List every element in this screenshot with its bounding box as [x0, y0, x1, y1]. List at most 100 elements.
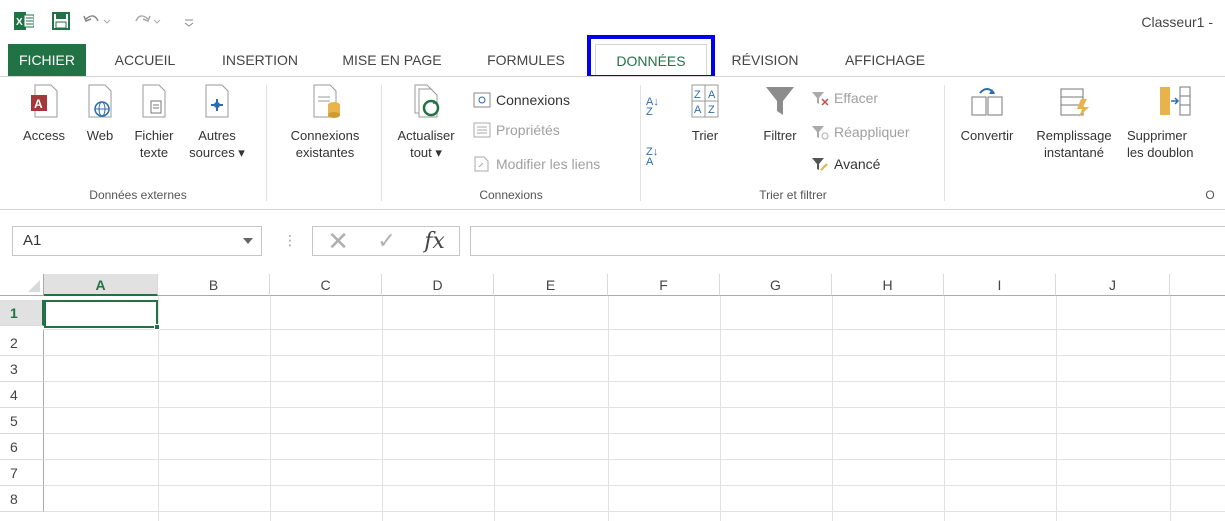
svg-text:Z: Z: [708, 104, 715, 116]
edit-links-icon: [472, 155, 492, 173]
svg-text:Z: Z: [694, 89, 701, 101]
save-icon[interactable]: [52, 11, 70, 31]
formula-bar: A1 ⋮ ✕ ✓ fx: [0, 222, 1225, 262]
sort-descending-icon: Z↓ A: [646, 146, 659, 168]
web-button[interactable]: Web: [80, 77, 120, 144]
grid-line: [44, 433, 1225, 434]
tab-revision[interactable]: RÉVISION: [718, 44, 812, 76]
cancel-icon[interactable]: ✕: [327, 226, 349, 257]
enter-icon[interactable]: ✓: [377, 228, 395, 254]
access-icon: A: [29, 83, 59, 123]
avance-button[interactable]: Avancé: [810, 153, 880, 175]
advanced-filter-icon: [810, 155, 830, 173]
sort-z-a-button[interactable]: Z↓ A: [646, 145, 674, 168]
chevron-down-icon[interactable]: [243, 238, 253, 244]
column-header-b[interactable]: B: [158, 274, 270, 296]
row-header-8[interactable]: 8: [0, 486, 44, 512]
column-header-a[interactable]: A: [44, 274, 158, 296]
group-separator: [640, 85, 641, 201]
grid-line: [44, 511, 1225, 512]
column-header-e[interactable]: E: [494, 274, 608, 296]
effacer-button[interactable]: Effacer: [810, 87, 878, 109]
insert-function-icon[interactable]: fx: [424, 229, 445, 254]
trier-button[interactable]: ZAAZ Trier: [680, 77, 730, 144]
row-header-5[interactable]: 5: [0, 408, 44, 434]
row-header-2[interactable]: 2: [0, 330, 44, 356]
undo-icon[interactable]: [82, 11, 112, 31]
customize-qat-icon[interactable]: [182, 11, 196, 31]
ribbon: A Access Web Fichier texte Autres source…: [0, 76, 1225, 210]
column-header-h[interactable]: H: [832, 274, 944, 296]
proprietes-button[interactable]: Propriétés: [472, 119, 560, 141]
row-header-4[interactable]: 4: [0, 382, 44, 408]
reappliquer-button[interactable]: Réappliquer: [810, 121, 910, 143]
access-button[interactable]: A Access: [14, 77, 74, 144]
grid-line: [44, 459, 1225, 460]
tab-affichage[interactable]: AFFICHAGE: [825, 44, 945, 76]
text-file-icon: [139, 83, 169, 123]
connections-icon: [472, 91, 492, 109]
redo-icon[interactable]: [132, 11, 162, 31]
column-header-i[interactable]: I: [944, 274, 1056, 296]
column-header-d[interactable]: D: [382, 274, 494, 296]
text-to-columns-icon: [970, 83, 1004, 123]
grid-line: [44, 407, 1225, 408]
svg-text:A: A: [694, 104, 702, 116]
worksheet-grid: A B C D E F G H I J 1 2 3 4 5 6 7 8: [0, 274, 1225, 521]
column-header-g[interactable]: G: [720, 274, 832, 296]
window-title: Classeur1 -: [1141, 14, 1213, 30]
excel-logo-icon: X: [14, 11, 34, 31]
reapply-icon: [810, 123, 830, 141]
name-box[interactable]: A1: [12, 226, 262, 256]
tab-accueil[interactable]: ACCUEIL: [100, 44, 190, 76]
fill-handle[interactable]: [154, 324, 160, 330]
supprimer-les-doublons-button[interactable]: Supprimer les doublon: [1124, 77, 1225, 161]
fichier-texte-button[interactable]: Fichier texte: [128, 77, 180, 161]
svg-text:X: X: [16, 17, 23, 28]
tab-mise-en-page[interactable]: MISE EN PAGE: [328, 44, 456, 76]
ribbon-tabs: FICHIER ACCUEIL INSERTION MISE EN PAGE F…: [0, 44, 1225, 76]
select-all-button[interactable]: [0, 274, 44, 296]
sort-a-z-button[interactable]: A↓ Z: [646, 95, 674, 118]
other-sources-icon: [202, 83, 232, 123]
group-label-trier-et-filtrer: Trier et filtrer: [759, 188, 827, 202]
tab-fichier[interactable]: FICHIER: [8, 44, 86, 76]
sort-dialog-icon: ZAAZ: [688, 83, 722, 123]
column-header-f[interactable]: F: [608, 274, 720, 296]
actualiser-tout-button[interactable]: Actualiser tout ▾: [386, 77, 466, 161]
autres-sources-button[interactable]: Autres sources ▾: [184, 77, 250, 161]
modifier-les-liens-button[interactable]: Modifier les liens: [472, 153, 600, 175]
select-all-icon: [28, 280, 40, 292]
group-label-donnees-externes: Données externes: [89, 188, 187, 202]
column-header-j[interactable]: J: [1056, 274, 1170, 296]
group-separator: [381, 85, 382, 201]
formula-input[interactable]: [470, 226, 1225, 256]
convertir-button[interactable]: Convertir: [950, 77, 1024, 144]
properties-icon: [472, 121, 492, 139]
clear-filter-icon: [810, 89, 830, 107]
connexions-button[interactable]: Connexions: [472, 89, 570, 111]
filtrer-button[interactable]: Filtrer: [752, 77, 808, 144]
svg-text:A: A: [34, 97, 43, 111]
grid-line: [44, 329, 1225, 330]
row-header-7[interactable]: 7: [0, 460, 44, 486]
row-header-1[interactable]: 1: [0, 300, 44, 326]
existing-connections-icon: [308, 83, 342, 123]
remove-duplicates-icon: [1158, 83, 1192, 123]
row-header-6[interactable]: 6: [0, 434, 44, 460]
group-label-connexions: Connexions: [479, 188, 543, 202]
column-header-c[interactable]: C: [270, 274, 382, 296]
remplissage-instantane-button[interactable]: Remplissage instantané: [1028, 77, 1120, 161]
web-icon: [85, 83, 115, 123]
filter-icon: [763, 83, 797, 123]
column-header-k[interactable]: [1170, 274, 1225, 296]
tab-donnees[interactable]: DONNÉES: [595, 44, 707, 76]
refresh-all-icon: [409, 83, 443, 123]
connexions-existantes-button[interactable]: Connexions existantes: [276, 77, 374, 161]
row-header-3[interactable]: 3: [0, 356, 44, 382]
selected-cell-a1[interactable]: [44, 300, 160, 330]
title-bar: X Classeur1 -: [0, 0, 1225, 44]
tab-insertion[interactable]: INSERTION: [205, 44, 315, 76]
svg-text:A: A: [708, 89, 716, 101]
tab-formules[interactable]: FORMULES: [470, 44, 582, 76]
